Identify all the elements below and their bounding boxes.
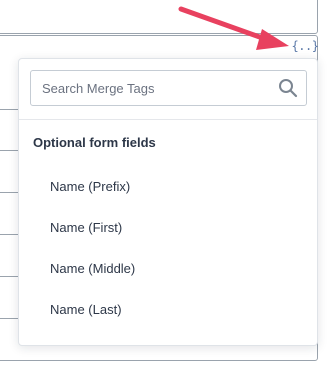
search-box — [30, 70, 307, 106]
text-field-above[interactable] — [0, 0, 318, 34]
field-divider — [0, 150, 20, 151]
field-divider — [0, 234, 20, 235]
merge-tag-name-first[interactable]: Name (First) — [19, 211, 317, 245]
merge-tags-dropdown: Optional form fields Name (Prefix) Name … — [18, 58, 318, 346]
merge-tags-button[interactable]: {..} — [291, 35, 319, 57]
search-icon[interactable] — [278, 78, 298, 98]
merge-tag-name-middle[interactable]: Name (Middle) — [19, 252, 317, 286]
field-divider — [0, 318, 20, 319]
merge-tags-screen: {..} Optional form fields Name (Prefix) … — [0, 0, 332, 371]
merge-tags-icon: {..} — [291, 39, 319, 53]
merge-tag-name-last[interactable]: Name (Last) — [19, 293, 317, 327]
field-divider — [0, 276, 20, 277]
field-divider — [0, 192, 20, 193]
search-merge-tags-input[interactable] — [31, 71, 271, 105]
group-label: Optional form fields — [33, 135, 156, 150]
field-divider — [0, 109, 20, 110]
merge-tag-name-prefix[interactable]: Name (Prefix) — [19, 170, 317, 204]
dropdown-divider — [19, 119, 317, 120]
